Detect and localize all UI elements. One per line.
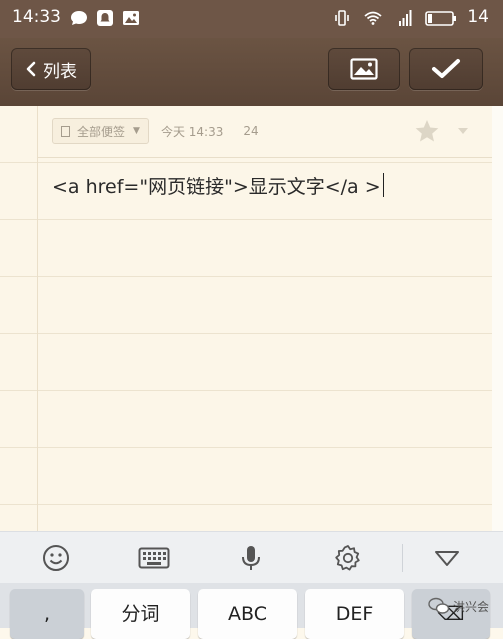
battery-percent: 14 [467,7,489,27]
emoji-icon[interactable] [42,544,70,572]
done-button[interactable] [409,48,483,90]
notification-icon [97,10,113,26]
note-folder-icon [61,125,70,137]
key-abc[interactable]: ABC [198,589,297,639]
watermark: 洪兴会 [428,594,489,618]
watermark-text: 洪兴会 [453,599,490,614]
message-icon [71,11,87,25]
note-toolbar: 列表 [0,38,503,106]
collapse-icon[interactable] [433,544,461,572]
character-count: 24 [243,124,259,138]
settings-icon[interactable] [334,544,362,572]
key-comma[interactable]: , [10,589,84,639]
chevron-left-icon [26,61,36,77]
note-menu-caret-icon[interactable] [456,125,470,137]
key-def[interactable]: DEF [305,589,404,639]
toolbar-divider [402,544,403,572]
keyboard-icon[interactable] [138,544,170,572]
keyboard-toolbar [0,531,503,584]
status-bar: 14:33 14 [0,0,503,38]
battery-icon [425,11,456,26]
check-icon [432,59,460,78]
star-icon[interactable] [414,118,440,144]
note-timestamp: 今天 14:33 [160,124,224,139]
note-editor[interactable]: <a href="网页链接">显示文字</a > [52,172,482,204]
vibrate-icon [335,10,349,26]
wechat-icon [428,597,450,614]
status-time: 14:33 [12,7,61,27]
note-content: <a href="网页链接">显示文字</a > [52,176,381,198]
note-meta-row: 全部便签 ▼ 今天 14:33 24 [52,118,259,144]
key-fenci[interactable]: 分词 [91,589,190,639]
text-cursor [382,173,384,197]
image-icon [350,58,378,80]
back-to-list-button[interactable]: 列表 [11,48,91,90]
image-icon [123,11,139,25]
note-margin-line [37,106,38,531]
note-scroll-edge [492,106,503,531]
4g-signal-icon [399,10,412,26]
wifi-icon [364,11,382,25]
microphone-icon[interactable] [237,544,265,572]
note-paper [0,106,492,531]
folder-label: 全部便签 [77,124,126,139]
insert-image-button[interactable] [328,48,400,90]
meta-divider [38,157,492,158]
folder-selector[interactable]: 全部便签 ▼ [52,118,149,144]
dropdown-caret-icon: ▼ [133,126,140,136]
back-button-label: 列表 [43,61,77,82]
